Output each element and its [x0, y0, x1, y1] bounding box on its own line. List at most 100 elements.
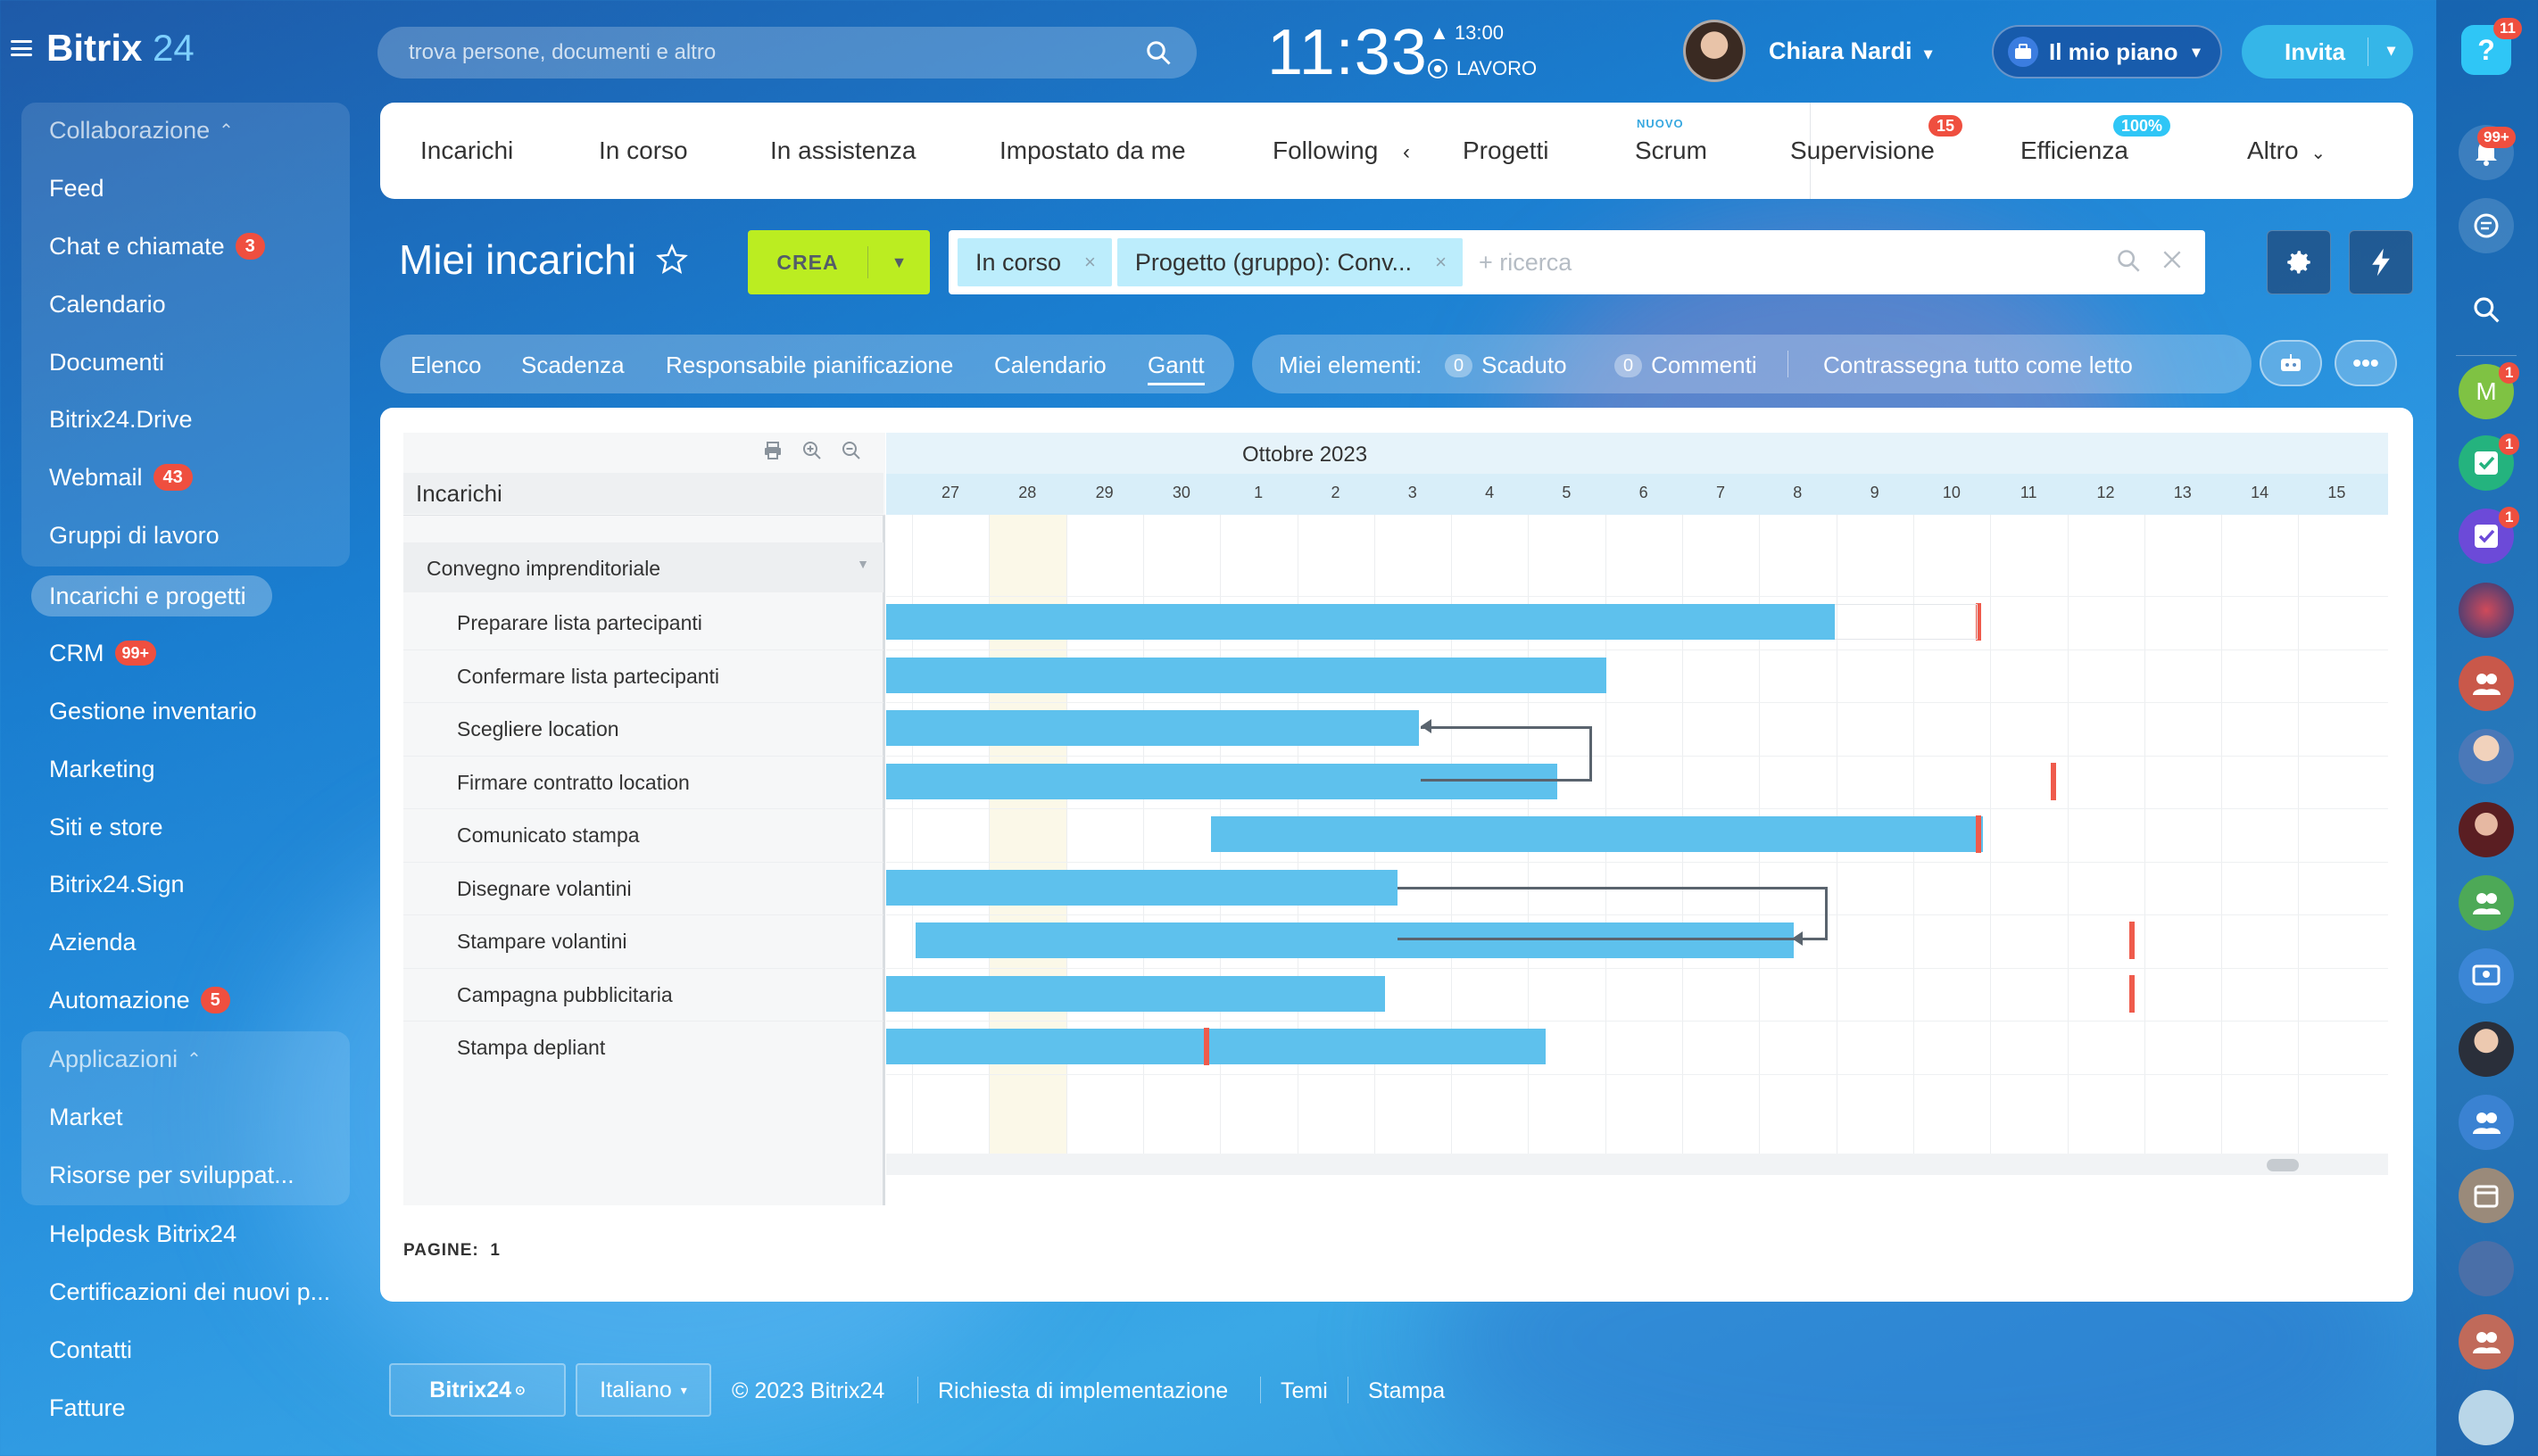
tab-efficienza[interactable]: Efficienza: [2020, 136, 2128, 165]
tab-following[interactable]: Following: [1273, 136, 1378, 165]
tab-supervisione[interactable]: Supervisione: [1790, 136, 1935, 165]
gantt-task-bar[interactable]: [886, 657, 1606, 693]
page-number[interactable]: 1: [490, 1241, 501, 1260]
sidebar-item-incarichi[interactable]: Incarichi e progetti: [49, 576, 246, 616]
footer-link-stampa[interactable]: Stampa: [1368, 1378, 1445, 1404]
group-chat-icon[interactable]: [2459, 656, 2514, 711]
user-menu[interactable]: Chiara Nardi ▾: [1769, 37, 1932, 65]
sidebar-item-fatture[interactable]: Fatture: [49, 1388, 126, 1427]
group-chat-icon[interactable]: [2459, 1095, 2514, 1150]
filter-comments[interactable]: 0 Commenti: [1614, 352, 1757, 379]
user-avatar[interactable]: [1683, 20, 1746, 82]
gantt-task-name[interactable]: Campagna pubblicitaria: [457, 983, 673, 1007]
sidebar-item-risorse[interactable]: Risorse per sviluppat...: [49, 1155, 294, 1195]
gantt-task-bar[interactable]: [886, 710, 1419, 746]
global-search-input[interactable]: trova persone, documenti e altro: [377, 27, 1197, 79]
sidebar-item-automazione[interactable]: Automazione 5: [49, 980, 230, 1020]
tab-in-corso[interactable]: In corso: [599, 136, 688, 165]
filter-overdue[interactable]: 0 Scaduto: [1445, 352, 1567, 379]
view-elenco[interactable]: Elenco: [411, 352, 482, 379]
dependency-connector[interactable]: [1421, 726, 1592, 782]
deadline-marker[interactable]: [2129, 922, 2135, 959]
mark-all-read-link[interactable]: Contrassegna tutto come letto: [1823, 352, 2133, 379]
scrollbar-thumb[interactable]: [2267, 1159, 2299, 1171]
avatar[interactable]: [2459, 1241, 2514, 1296]
chevron-down-icon[interactable]: ▼: [868, 253, 930, 272]
gantt-task-name[interactable]: Preparare lista partecipanti: [457, 611, 702, 635]
sidebar-item-calendario[interactable]: Calendario: [49, 285, 166, 324]
sidebar-item-documenti[interactable]: Documenti: [49, 343, 164, 382]
invite-button[interactable]: Invita ▾: [2242, 25, 2413, 79]
nav-header-applicazioni[interactable]: Applicazioni ⌃: [49, 1039, 202, 1079]
alarm-time[interactable]: ▲ 13:00: [1430, 21, 1504, 45]
sidebar-item-crm[interactable]: CRM 99+: [49, 633, 157, 673]
robot-button[interactable]: [2260, 340, 2322, 386]
gantt-horizontal-scrollbar[interactable]: [886, 1154, 2388, 1175]
gantt-task-name[interactable]: Confermare lista partecipanti: [457, 665, 719, 689]
create-button[interactable]: CREA ▼: [748, 230, 930, 294]
sidebar-item-sign[interactable]: Bitrix24.Sign: [49, 864, 185, 904]
nav-header-collaborazione[interactable]: Collaborazione ⌃: [49, 111, 234, 150]
gantt-task-name[interactable]: Disegnare volantini: [457, 877, 632, 901]
tab-progetti[interactable]: Progetti: [1463, 136, 1549, 165]
clock[interactable]: 11:33: [1267, 16, 1428, 89]
open-channel-icon[interactable]: [2459, 948, 2514, 1004]
sidebar-item-inventario[interactable]: Gestione inventario: [49, 691, 257, 731]
more-button[interactable]: •••: [2335, 340, 2397, 386]
gantt-task-name[interactable]: Scegliere location: [457, 717, 619, 741]
gantt-task-name[interactable]: Comunicato stampa: [457, 823, 640, 848]
view-calendario[interactable]: Calendario: [994, 352, 1107, 379]
clear-icon[interactable]: [2161, 248, 2184, 271]
avatar[interactable]: [2459, 1390, 2514, 1445]
close-icon[interactable]: ×: [1084, 251, 1096, 274]
dependency-connector[interactable]: [1398, 887, 1828, 940]
sidebar-item-market[interactable]: Market: [49, 1097, 123, 1137]
language-selector[interactable]: Italiano ▾: [576, 1363, 711, 1417]
avatar[interactable]: [2459, 802, 2514, 857]
gantt-task-bar[interactable]: [886, 604, 1835, 640]
logo[interactable]: Bitrix 24: [11, 27, 195, 70]
sidebar-item-certificazioni[interactable]: Certificazioni dei nuovi p...: [49, 1272, 330, 1311]
deadline-marker[interactable]: [2129, 974, 2135, 1013]
group-chat-icon[interactable]: [2459, 1314, 2514, 1369]
gantt-task-name[interactable]: Firmare contratto location: [457, 771, 690, 795]
my-plan-button[interactable]: Il mio piano ▾: [1992, 25, 2222, 79]
avatar[interactable]: [2459, 583, 2514, 638]
group-chat-icon[interactable]: [2459, 875, 2514, 931]
sidebar-item-webmail[interactable]: Webmail 43: [49, 458, 193, 497]
chat-icon[interactable]: [2459, 198, 2514, 253]
tab-in-assistenza[interactable]: In assistenza: [770, 136, 916, 165]
gantt-task-name[interactable]: Stampa depliant: [457, 1036, 605, 1060]
star-icon[interactable]: [655, 244, 688, 276]
sidebar-item-azienda[interactable]: Azienda: [49, 922, 137, 962]
tab-altro[interactable]: Altro ⌄: [2247, 136, 2326, 165]
chevron-down-icon[interactable]: ▼: [857, 557, 869, 571]
view-responsabile[interactable]: Responsabile pianificazione: [666, 352, 953, 379]
footer-link-temi[interactable]: Temi: [1281, 1378, 1328, 1404]
gantt-task-name[interactable]: Stampare volantini: [457, 930, 627, 954]
tab-scrum[interactable]: Scrum: [1635, 136, 1707, 165]
tab-incarichi[interactable]: Incarichi: [420, 136, 513, 165]
settings-button[interactable]: [2267, 230, 2331, 294]
view-scadenza[interactable]: Scadenza: [521, 352, 625, 379]
sidebar-item-drive[interactable]: Bitrix24.Drive: [49, 400, 193, 439]
sidebar-item-feed[interactable]: Feed: [49, 169, 104, 208]
gantt-task-bar[interactable]: [886, 869, 1398, 906]
calendar-icon[interactable]: [2459, 1168, 2514, 1223]
chevron-left-icon[interactable]: ‹: [1403, 140, 1410, 165]
sidebar-item-gruppi[interactable]: Gruppi di lavoro: [49, 516, 220, 555]
gantt-project-row[interactable]: Convegno imprenditoriale ▼: [403, 542, 883, 592]
search-icon[interactable]: [2116, 248, 2141, 273]
avatar[interactable]: [2459, 1022, 2514, 1077]
tab-impostato-da-me[interactable]: Impostato da me: [999, 136, 1186, 165]
filter-search-input[interactable]: In corso × Progetto (gruppo): Conv... × + …: [949, 230, 2205, 294]
deadline-marker[interactable]: [2051, 762, 2056, 800]
sidebar-item-helpdesk[interactable]: Helpdesk Bitrix24: [49, 1214, 236, 1253]
footer-link-implementazione[interactable]: Richiesta di implementazione: [938, 1378, 1228, 1404]
zoom-in-icon[interactable]: [802, 441, 822, 460]
filter-chip[interactable]: In corso ×: [958, 238, 1112, 286]
zoom-out-icon[interactable]: [842, 441, 861, 460]
work-status[interactable]: LAVORO: [1428, 57, 1537, 80]
sidebar-item-marketing[interactable]: Marketing: [49, 749, 155, 789]
filter-chip[interactable]: Progetto (gruppo): Conv... ×: [1116, 238, 1463, 286]
